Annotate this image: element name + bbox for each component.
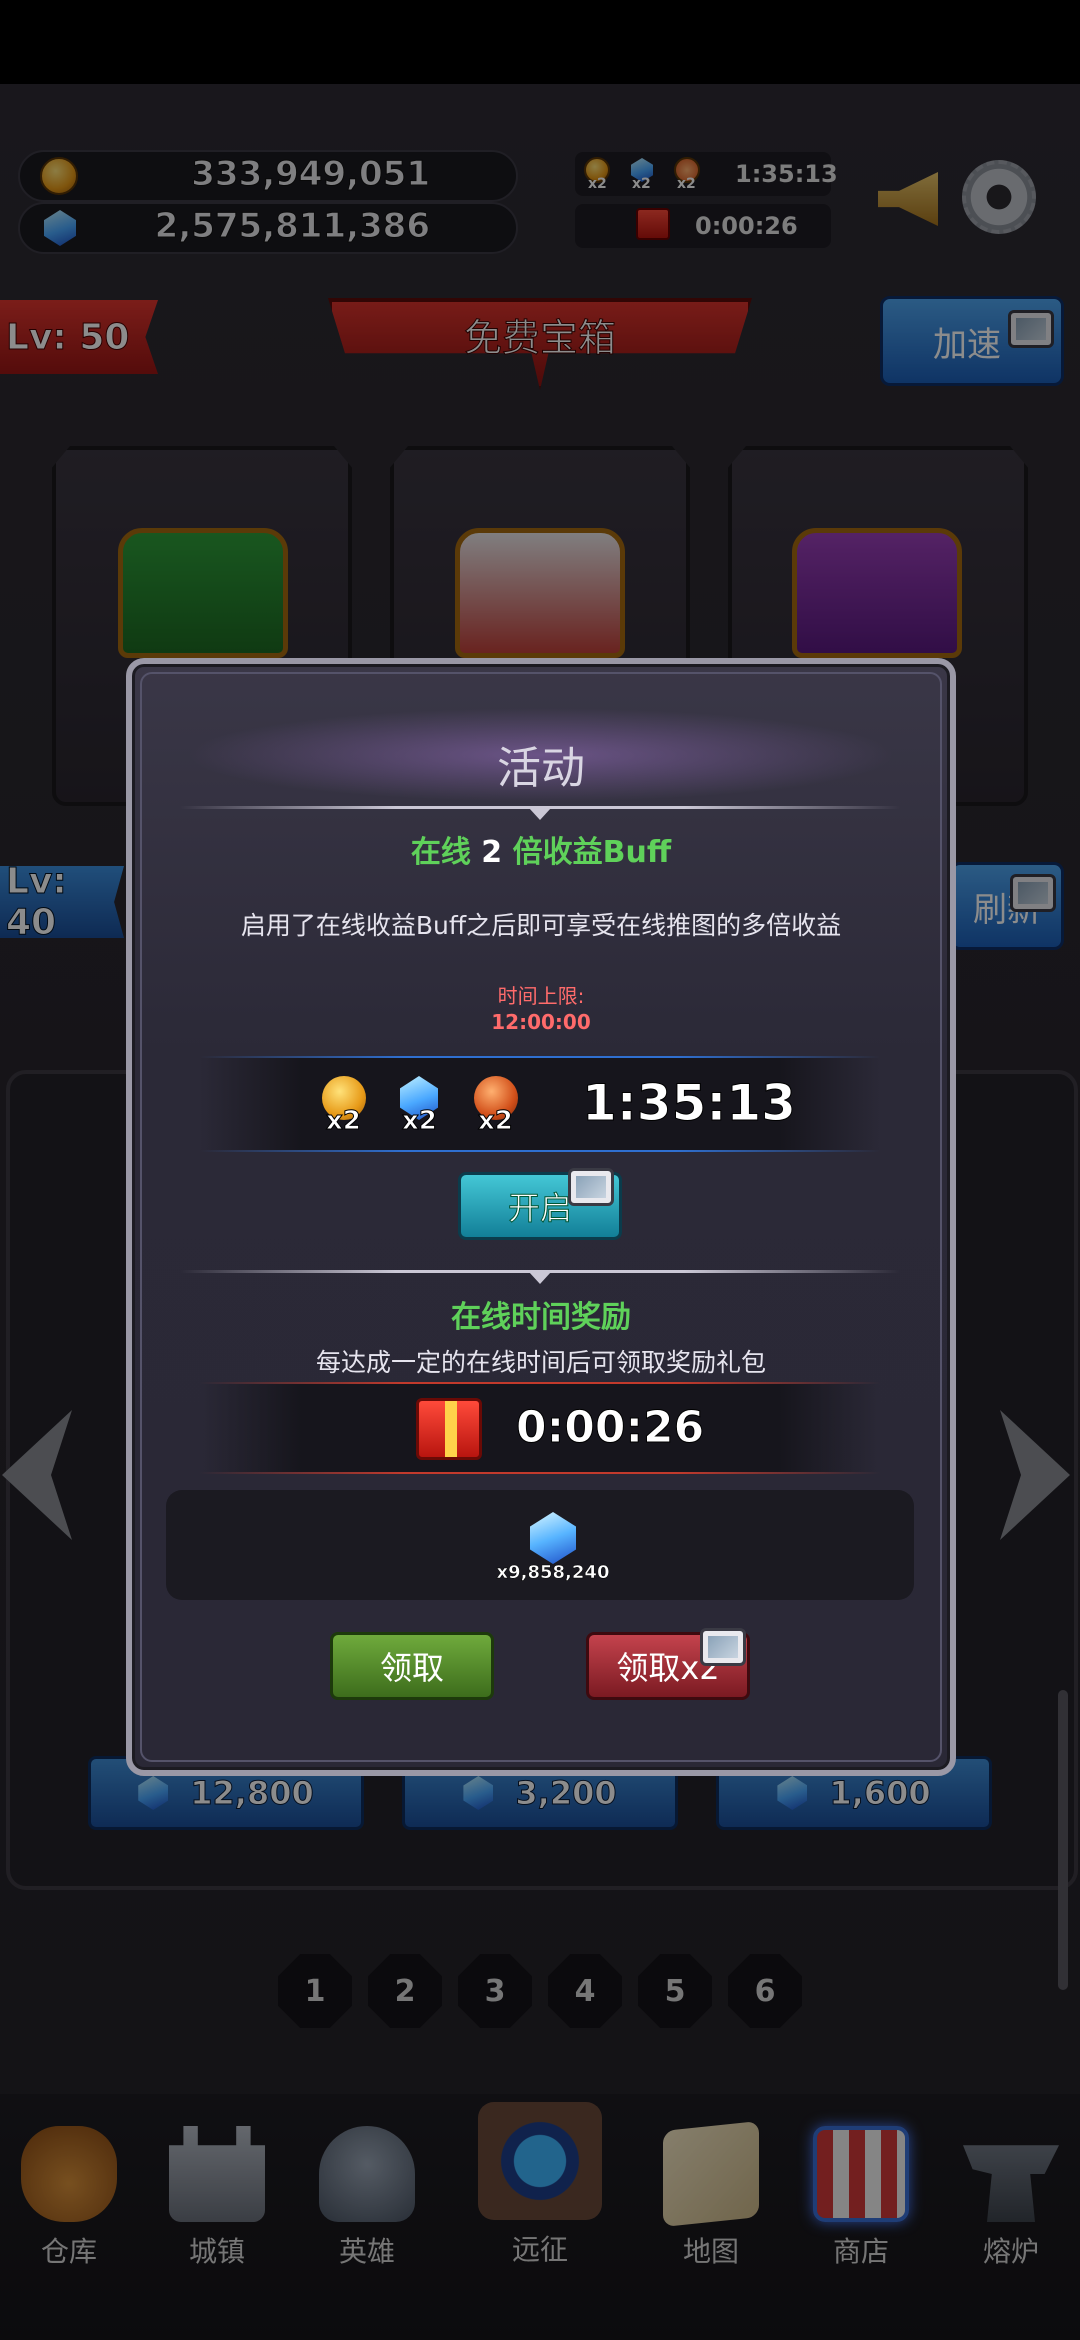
buff-description: 启用了在线收益Buff之后即可享受在线推图的多倍收益	[240, 911, 842, 940]
time-limit-value: 12:00:00	[491, 1010, 591, 1034]
gem-multiplier: x2	[402, 1106, 438, 1137]
buff-heading-num: 2	[481, 835, 503, 870]
buff-heading: 在线 2 倍收益Buff	[126, 827, 956, 871]
time-limit-label: 时间上限:	[497, 984, 585, 1008]
system-status-bar	[0, 0, 1080, 84]
reward-heading: 在线时间奖励	[451, 1300, 631, 1335]
buff-countdown: 1:35:13	[582, 1074, 797, 1133]
gift-band-line-bottom	[200, 1472, 880, 1474]
buff-heading-pre: 在线	[410, 835, 482, 870]
gold-multiplier: x2	[326, 1106, 362, 1137]
claim-label: 领取	[379, 1649, 444, 1687]
exp-multiplier: x2	[478, 1106, 514, 1137]
reward-amount: x9,858,240	[496, 1562, 610, 1584]
enable-label: 开启	[507, 1189, 572, 1228]
buff-heading-post: 倍收益Buff	[502, 835, 672, 870]
band-line-bottom	[200, 1150, 880, 1152]
reward-description: 每达成一定的在线时间后可领取奖励礼包	[315, 1348, 766, 1377]
claim-button[interactable]: 领取	[330, 1632, 494, 1700]
video-ad-icon-4	[700, 1628, 746, 1666]
dialog-title: 活动	[497, 743, 585, 794]
video-ad-icon-3	[568, 1168, 614, 1206]
gift-countdown: 0:00:26	[515, 1402, 705, 1454]
gift-box-icon	[416, 1398, 482, 1460]
